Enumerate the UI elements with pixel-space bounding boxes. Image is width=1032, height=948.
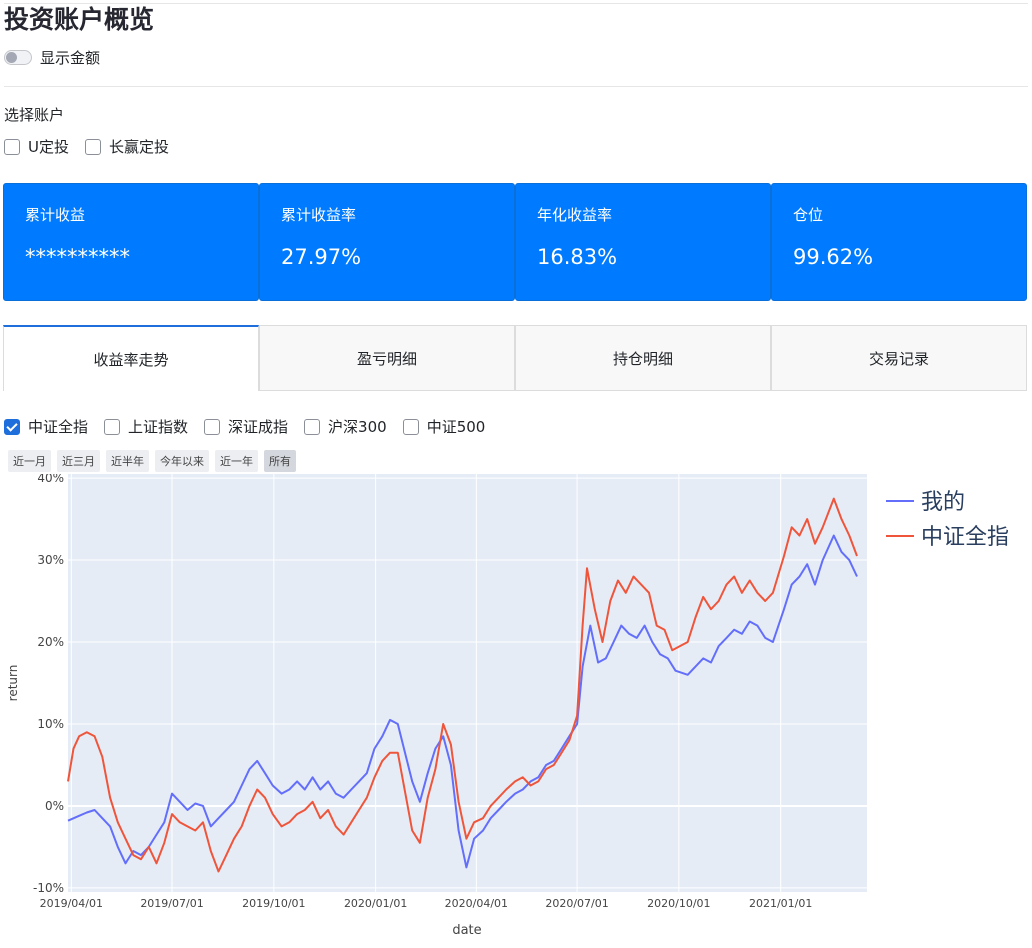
- checkbox-icon[interactable]: [104, 418, 121, 435]
- index-option-label: 中证全指: [28, 418, 89, 436]
- select-account-label: 选择账户: [4, 106, 65, 124]
- metric-label: 累计收益: [25, 206, 86, 224]
- account-option-changying[interactable]: 长赢定投: [84, 136, 169, 157]
- range-button-all[interactable]: 所有: [264, 450, 296, 472]
- metric-label: 仓位: [793, 206, 824, 224]
- metric-label: 累计收益率: [281, 206, 357, 224]
- index-option-csi500[interactable]: 中证500: [402, 416, 486, 437]
- metric-value: 99.62%: [793, 245, 874, 269]
- return-chart[interactable]: 40%30%20%10%0%-10% 2019/04/01 2019/07/01 2…: [0, 474, 1032, 944]
- y-tick-label: 40%: [37, 474, 64, 485]
- x-tick-label: 2019/04/01: [40, 897, 103, 910]
- y-tick-label: -10%: [33, 881, 64, 895]
- y-tick-label: 20%: [37, 635, 64, 649]
- tab-holdings-detail[interactable]: 持仓明细: [515, 325, 771, 391]
- checkbox-icon[interactable]: [402, 418, 419, 435]
- legend-label-mine[interactable]: 我的: [921, 490, 965, 515]
- range-button-3m[interactable]: 近三月: [57, 450, 100, 472]
- index-option-label: 中证500: [426, 418, 486, 436]
- index-option-hs300[interactable]: 沪深300: [304, 416, 387, 437]
- x-tick-label: 2020/10/01: [647, 897, 710, 910]
- section-divider: [4, 86, 1028, 87]
- range-button-1m[interactable]: 近一月: [8, 450, 51, 472]
- y-axis-label: return: [6, 665, 20, 702]
- plot-area[interactable]: [68, 474, 867, 892]
- x-tick-label: 2019/10/01: [242, 897, 305, 910]
- show-amount-toggle[interactable]: [4, 49, 32, 65]
- tab-return-trend[interactable]: 收益率走势: [3, 325, 259, 391]
- metric-value: 27.97%: [281, 245, 362, 269]
- metric-card-total-profit: 累计收益 **********: [3, 183, 259, 301]
- y-tick-labels: 40% 30% 20% 10% 0% -10%: [33, 474, 64, 895]
- y-tick-label: 10%: [37, 717, 64, 731]
- account-checkboxes: U定投 长赢定投: [4, 136, 185, 157]
- account-option-label: 长赢定投: [108, 138, 169, 156]
- metric-label: 年化收益率: [537, 206, 613, 224]
- checkbox-icon[interactable]: [4, 138, 20, 155]
- legend-label-index[interactable]: 中证全指: [921, 525, 1009, 550]
- index-option-label: 沪深300: [328, 418, 387, 436]
- index-option-label: 上证指数: [128, 418, 189, 436]
- checkbox-icon[interactable]: [304, 418, 321, 435]
- tab-profit-detail[interactable]: 盈亏明细: [259, 325, 515, 391]
- top-divider: [4, 3, 1028, 4]
- range-button-ytd[interactable]: 今年以来: [155, 450, 209, 472]
- toggle-knob: [6, 51, 17, 63]
- metric-value: 16.83%: [537, 245, 618, 269]
- checkbox-icon[interactable]: [84, 138, 101, 155]
- checkbox-checked-icon[interactable]: [4, 418, 20, 435]
- account-option-label: U定投: [28, 138, 69, 156]
- x-tick-label: 2019/07/01: [140, 897, 203, 910]
- legend[interactable]: 我的 中证全指: [886, 490, 1009, 550]
- tab-trade-records[interactable]: 交易记录: [771, 325, 1027, 391]
- show-amount-toggle-row[interactable]: 显示金额: [4, 46, 100, 68]
- metric-card-position: 仓位 99.62%: [771, 183, 1027, 301]
- x-tick-labels: 2019/04/01 2019/07/01 2019/10/01 2020/01/01…: [40, 897, 813, 910]
- x-tick-label: 2020/01/01: [344, 897, 407, 910]
- y-tick-label: 0%: [45, 799, 64, 813]
- range-button-1y[interactable]: 近一年: [215, 450, 258, 472]
- x-tick-label: 2021/01/01: [749, 897, 812, 910]
- x-tick-label: 2020/04/01: [445, 897, 508, 910]
- tab-bar: 收益率走势 盈亏明细 持仓明细 交易记录: [3, 325, 1027, 391]
- index-checkboxes: 中证全指 上证指数 深证成指 沪深300 中证500: [4, 416, 501, 437]
- index-option-csi-all[interactable]: 中证全指: [4, 416, 88, 437]
- index-option-sse[interactable]: 上证指数: [104, 416, 188, 437]
- metric-value: **********: [25, 245, 130, 269]
- x-tick-label: 2020/07/01: [545, 897, 608, 910]
- range-selector: 近一月 近三月 近半年 今年以来 近一年 所有: [8, 450, 302, 472]
- account-option-u[interactable]: U定投: [4, 136, 69, 157]
- range-button-6m[interactable]: 近半年: [106, 450, 149, 472]
- x-axis-label: date: [452, 923, 481, 938]
- index-option-label: 深证成指: [228, 418, 289, 436]
- show-amount-label: 显示金额: [40, 48, 101, 67]
- index-option-szse[interactable]: 深证成指: [204, 416, 288, 437]
- checkbox-icon[interactable]: [204, 418, 221, 435]
- page-title: 投资账户概览: [4, 5, 155, 34]
- metric-card-annual-return: 年化收益率 16.83%: [515, 183, 771, 301]
- metric-card-total-return: 累计收益率 27.97%: [259, 183, 515, 301]
- y-tick-label: 30%: [37, 553, 64, 567]
- metric-cards: 累计收益 ********** 累计收益率 27.97% 年化收益率 16.83…: [3, 183, 1027, 301]
